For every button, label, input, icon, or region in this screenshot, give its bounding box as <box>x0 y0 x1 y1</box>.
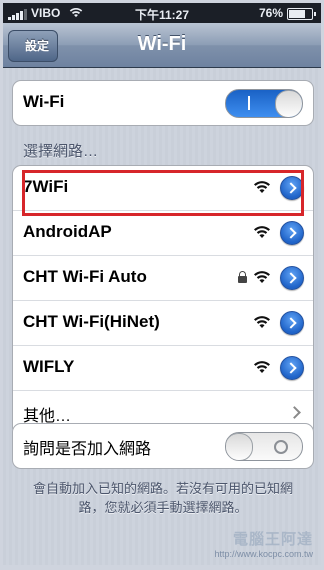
status-bar: VIBO 下午11:27 76% <box>3 3 321 23</box>
network-detail-button[interactable] <box>280 311 304 335</box>
watermark-title: 電腦王阿達 <box>232 531 313 548</box>
screen: VIBO 下午11:27 76% 設定 Wi-Fi Wi-Fi 選擇網路… 7W… <box>3 3 321 565</box>
watermark-url: http://www.kocpc.com.tw <box>214 549 313 559</box>
network-name: AndroidAP <box>23 222 112 241</box>
ask-join-label: 詢問是否加入網路 <box>23 441 152 458</box>
photo-frame: VIBO 下午11:27 76% 設定 Wi-Fi Wi-Fi 選擇網路… 7W… <box>0 0 324 570</box>
network-name: WIFLY <box>23 357 75 376</box>
wifi-toggle-switch[interactable] <box>225 89 303 118</box>
network-detail-button[interactable] <box>280 221 304 245</box>
battery-percent: 76% <box>258 6 283 20</box>
wifi-toggle-label: Wi-Fi <box>23 92 65 111</box>
ask-join-row: 詢問是否加入網路 <box>13 424 313 468</box>
toggle-knob <box>275 90 302 117</box>
wifi-toggle-row: Wi-Fi <box>13 81 313 125</box>
battery-icon <box>287 8 316 20</box>
network-detail-button[interactable] <box>280 356 304 380</box>
network-row-cht-wifi-auto[interactable]: CHT Wi-Fi Auto <box>13 256 313 301</box>
network-row-androidap[interactable]: AndroidAP <box>13 211 313 256</box>
chevron-right-icon <box>288 406 301 419</box>
highlight-annotation <box>22 170 304 216</box>
wifi-signal-icon <box>254 271 270 283</box>
network-name: CHT Wi-Fi(HiNet) <box>23 312 160 331</box>
wifi-signal-icon <box>254 226 270 238</box>
network-name: CHT Wi-Fi Auto <box>23 267 147 286</box>
wifi-signal-icon <box>254 316 270 328</box>
network-row-cht-wifi-hinet[interactable]: CHT Wi-Fi(HiNet) <box>13 301 313 346</box>
wifi-toggle-group: Wi-Fi <box>12 80 314 126</box>
lock-icon <box>238 271 247 283</box>
footer-note: 會自動加入已知的網路。若沒有可用的已知網路，您就必須手動選擇網路。 <box>32 481 293 515</box>
wifi-signal-icon <box>254 361 270 373</box>
toggle-knob <box>226 433 253 460</box>
toggle-off-mark-icon <box>274 440 288 454</box>
network-detail-button[interactable] <box>280 266 304 290</box>
page-title: Wi-Fi <box>137 33 187 55</box>
networks-section-header: 選擇網路… <box>23 143 99 160</box>
toggle-on-mark-icon <box>248 96 250 110</box>
network-row-wifly[interactable]: WIFLY <box>13 346 313 391</box>
navigation-bar: 設定 Wi-Fi <box>3 23 321 68</box>
watermark: 電腦王阿達 http://www.kocpc.com.tw <box>214 528 313 559</box>
ask-join-group: 詢問是否加入網路 <box>12 423 314 469</box>
ask-join-toggle-switch[interactable] <box>225 432 303 461</box>
